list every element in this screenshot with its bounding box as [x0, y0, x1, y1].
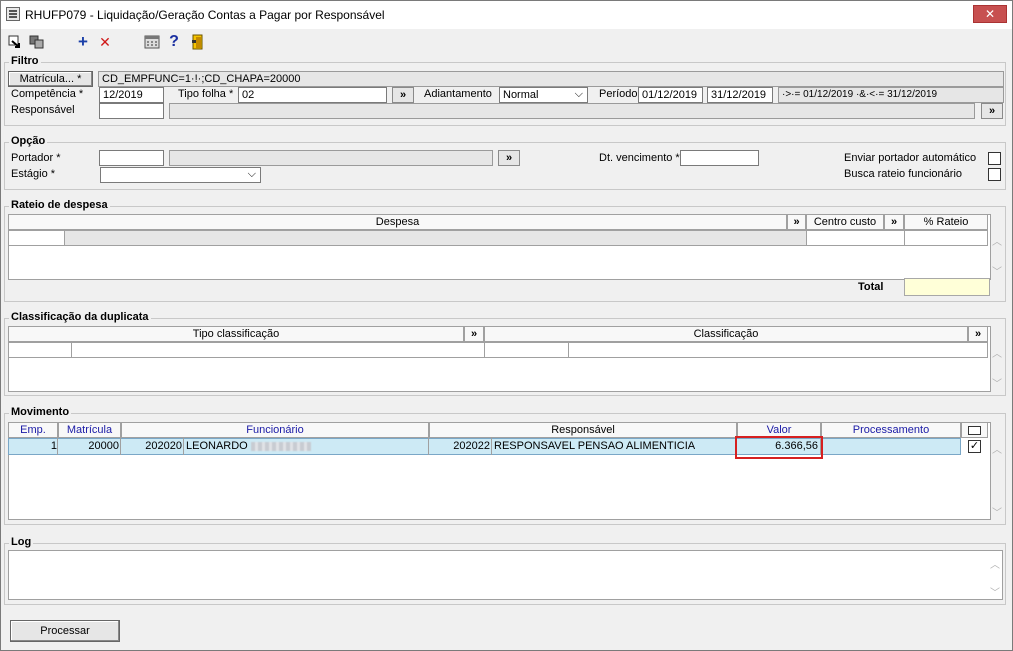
- rateio-despesa-desc-cell: [64, 230, 807, 246]
- rateio-total-field: [904, 278, 990, 296]
- classificacao-tipo-code-cell[interactable]: [8, 342, 72, 358]
- tipo-folha-lookup-button[interactable]: »: [392, 87, 414, 103]
- filtro-legend: Filtro: [9, 55, 41, 67]
- processar-button[interactable]: Processar: [10, 620, 120, 642]
- classificacao-tipo-desc-cell: [71, 342, 485, 358]
- movimento-col-funcionario[interactable]: Funcionário: [121, 422, 429, 438]
- rateio-col-centro-custo: Centro custo: [806, 214, 884, 230]
- movimento-col-select-all[interactable]: [961, 422, 988, 438]
- rateio-total-label: Total: [858, 281, 884, 293]
- responsavel-description: [169, 103, 975, 119]
- dt-vencimento-label: Dt. vencimento *: [599, 152, 680, 164]
- rateio-percent-cell[interactable]: [904, 230, 988, 246]
- movimento-cell-func-name: LEONARDO: [186, 439, 311, 454]
- opcao-legend: Opção: [9, 135, 48, 147]
- periodo-label: Período: [599, 88, 638, 100]
- adiantamento-label: Adiantamento: [424, 88, 492, 100]
- tipo-folha-input[interactable]: 02: [238, 87, 387, 103]
- app-icon: [6, 7, 20, 21]
- responsavel-label: Responsável: [11, 104, 75, 116]
- movimento-scroll-up[interactable]: ︿: [990, 441, 1004, 456]
- log-scroll-up[interactable]: ︿: [988, 556, 1002, 571]
- calculator-icon[interactable]: [143, 33, 161, 51]
- rateio-despesa-code-cell[interactable]: [8, 230, 65, 246]
- exit-icon[interactable]: [189, 33, 207, 51]
- movimento-col-emp[interactable]: Emp.: [8, 422, 58, 438]
- estagio-select[interactable]: [100, 167, 261, 183]
- import-icon[interactable]: [6, 33, 24, 51]
- copy-icon[interactable]: [28, 33, 46, 51]
- periodo-end-input[interactable]: 31/12/2019: [707, 87, 773, 103]
- matricula-button[interactable]: Matrícula... *: [8, 71, 93, 87]
- log-textarea[interactable]: [8, 550, 1003, 600]
- responsavel-input[interactable]: [99, 103, 164, 119]
- movimento-cell-resp-name: RESPONSAVEL PENSAO ALIMENTICIA: [494, 440, 696, 452]
- select-all-box: [968, 426, 981, 435]
- window-title: RHUFP079 - Liquidação/Geração Contas a P…: [25, 8, 385, 22]
- busca-rateio-label: Busca rateio funcionário: [844, 168, 963, 180]
- valor-highlight-box: [735, 436, 823, 459]
- movimento-legend: Movimento: [9, 406, 72, 418]
- dt-vencimento-input[interactable]: [680, 150, 759, 166]
- portador-label: Portador *: [11, 152, 61, 164]
- log-scroll-down[interactable]: ﹀: [988, 584, 1002, 599]
- col-divider: [57, 438, 58, 455]
- movimento-cell-resp-code: 202022: [453, 440, 490, 452]
- add-icon[interactable]: +: [74, 33, 92, 51]
- competencia-label: Competência *: [11, 88, 84, 100]
- periodo-start-input[interactable]: 01/12/2019: [638, 87, 703, 103]
- classificacao-scroll-down[interactable]: ﹀: [990, 375, 1004, 390]
- classificacao-desc-cell: [568, 342, 988, 358]
- portador-description: [169, 150, 493, 166]
- rateio-scroll-down[interactable]: ﹀: [990, 263, 1004, 278]
- rateio-despesa-lookup[interactable]: »: [787, 214, 806, 230]
- portador-lookup-button[interactable]: »: [498, 150, 520, 166]
- close-button[interactable]: ✕: [973, 5, 1007, 23]
- classificacao-code-cell[interactable]: [484, 342, 569, 358]
- portador-input[interactable]: [99, 150, 164, 166]
- rateio-legend: Rateio de despesa: [9, 199, 110, 211]
- classificacao-col-tipo: Tipo classificação: [8, 326, 464, 342]
- movimento-col-matricula[interactable]: Matrícula: [58, 422, 121, 438]
- responsavel-lookup-button[interactable]: »: [981, 103, 1003, 119]
- col-divider: [120, 438, 121, 455]
- classificacao-col-classificacao: Classificação: [484, 326, 968, 342]
- rateio-col-percent: % Rateio: [904, 214, 988, 230]
- classificacao-tipo-lookup[interactable]: »: [464, 326, 484, 342]
- col-divider: [183, 438, 184, 455]
- classificacao-scroll-up[interactable]: ︿: [990, 345, 1004, 360]
- log-legend: Log: [9, 536, 34, 548]
- tipo-folha-label: Tipo folha *: [178, 88, 234, 100]
- rateio-centro-custo-lookup[interactable]: »: [884, 214, 904, 230]
- delete-icon[interactable]: ✕: [96, 33, 114, 51]
- col-divider: [491, 438, 492, 455]
- movimento-row-checkbox[interactable]: ✓: [968, 440, 981, 453]
- movimento-col-processamento[interactable]: Processamento: [821, 422, 961, 438]
- col-divider: [428, 438, 429, 455]
- estagio-label: Estágio *: [11, 168, 56, 180]
- movimento-col-responsavel[interactable]: Responsável: [429, 422, 737, 438]
- enviar-portador-checkbox[interactable]: [988, 152, 1001, 165]
- periodo-expression: ·>·= 01/12/2019 ·&·<·= 31/12/2019: [778, 87, 1004, 103]
- classificacao-lookup[interactable]: »: [968, 326, 988, 342]
- competencia-input[interactable]: 12/2019: [99, 87, 164, 103]
- movimento-cell-matricula: 20000: [88, 440, 119, 452]
- movimento-cell-emp: 1: [50, 440, 57, 452]
- classificacao-legend: Classificação da duplicata: [9, 311, 151, 323]
- help-icon[interactable]: ?: [165, 33, 183, 51]
- matricula-filter-field[interactable]: CD_EMPFUNC=1·!·;CD_CHAPA=20000: [98, 71, 1004, 87]
- funcionario-name: LEONARDO: [186, 440, 248, 452]
- rateio-scroll-up[interactable]: ︿: [990, 233, 1004, 248]
- redacted-surname: [250, 441, 311, 451]
- movimento-scroll-down[interactable]: ﹀: [990, 504, 1004, 519]
- rateio-centro-custo-cell[interactable]: [806, 230, 905, 246]
- adiantamento-select[interactable]: Normal: [499, 87, 588, 103]
- enviar-portador-label: Enviar portador automático: [844, 152, 977, 164]
- movimento-cell-func-code: 202020: [145, 440, 182, 452]
- busca-rateio-checkbox[interactable]: [988, 168, 1001, 181]
- rateio-col-despesa: Despesa: [8, 214, 787, 230]
